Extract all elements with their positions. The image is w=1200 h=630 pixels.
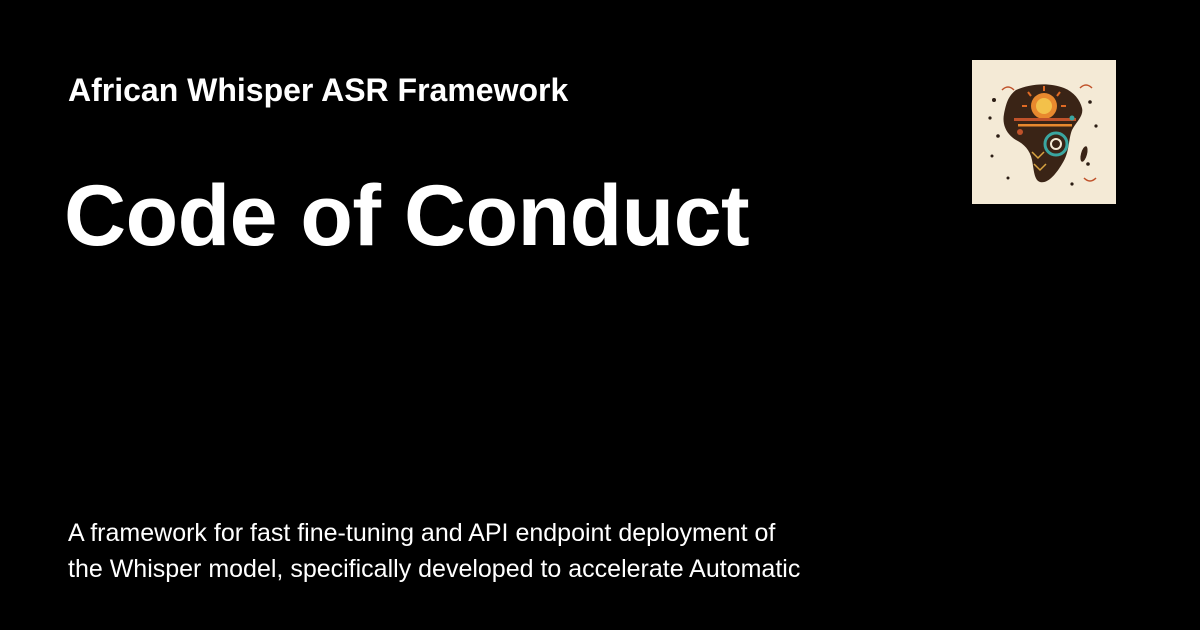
page-title: Code of Conduct: [64, 168, 750, 264]
site-name: African Whisper ASR Framework: [68, 72, 569, 108]
description-line: A framework for fast fine-tuning and API…: [68, 519, 776, 547]
page-description: A framework for fast fine-tuning and API…: [68, 515, 908, 587]
description-line: the Whisper model, specifically develope…: [68, 555, 801, 583]
africa-map-logo-icon: [972, 60, 1116, 204]
social-card: African Whisper ASR Framework Code of Co…: [0, 0, 1200, 630]
